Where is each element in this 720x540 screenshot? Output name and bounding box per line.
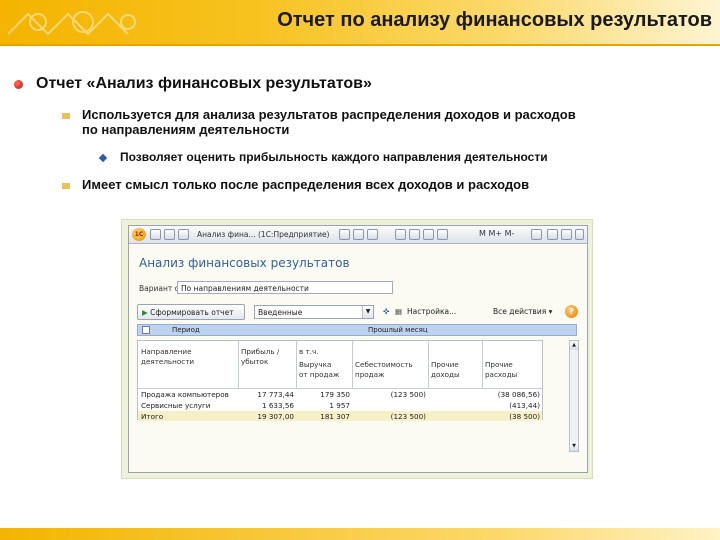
window-titlebar: 1С Анализ фина... (1С:Предприятие) M M+ … — [129, 226, 587, 244]
slide-header: Отчет по анализу финансовых результатов — [0, 0, 720, 44]
square-bullet-icon — [62, 183, 70, 189]
maximize-icon[interactable] — [561, 229, 572, 240]
red-bullet-icon — [14, 80, 23, 89]
vertical-scrollbar[interactable]: ▲ ▼ — [569, 340, 579, 452]
grid-divider — [482, 341, 483, 388]
chevron-down-icon[interactable]: ▼ — [362, 306, 373, 318]
screenshot-frame: 1С Анализ фина... (1С:Предприятие) M M+ … — [121, 219, 593, 479]
bullet-level1-text: Отчет «Анализ финансовых результатов» — [36, 75, 372, 92]
row1-revenue: 179 350 — [320, 390, 350, 399]
links-icon[interactable] — [437, 229, 448, 240]
info-icon[interactable] — [531, 229, 542, 240]
row2-other-expense: (413,44) — [509, 401, 540, 410]
col-direction-l2: деятельности — [141, 357, 195, 366]
row1-profit: 17 773,44 — [257, 390, 294, 399]
settings-grid-icon: ▦ — [395, 307, 403, 316]
row1-cost: (123 500) — [390, 390, 426, 399]
slide-title: Отчет по анализу финансовых результатов — [277, 9, 712, 31]
col-revenue-l1: Выручка — [299, 360, 332, 369]
grid-divider — [428, 341, 429, 388]
col-profit-l1: Прибыль / — [241, 347, 280, 356]
col-incl: в т.ч. — [299, 347, 319, 356]
favorite-icon[interactable] — [178, 229, 189, 240]
command-bar: ▶ Сформировать отчет Введенные ▼ ✜ ▦ Нас… — [137, 304, 579, 322]
filter-row: Период Прошлый месяц — [137, 324, 577, 336]
generate-report-button[interactable]: ▶ Сформировать отчет — [137, 304, 245, 320]
col-other-expense-l1: Прочие — [485, 360, 513, 369]
forward-icon[interactable] — [164, 229, 175, 240]
bullet-level3-text: Позволяет оценить прибыльность каждого н… — [120, 150, 548, 164]
col-direction-l1: Направление — [141, 347, 192, 356]
total-cost: (123 500) — [390, 412, 426, 421]
scroll-up-icon[interactable]: ▲ — [570, 341, 578, 350]
history-icon[interactable] — [423, 229, 434, 240]
all-actions-menu[interactable]: Все действия ▾ — [493, 307, 552, 316]
row1-direction: Продажа компьютеров — [141, 390, 229, 399]
grid-divider — [238, 341, 239, 388]
report-variant-field[interactable]: По направлениям деятельности — [177, 281, 393, 294]
row1-other-expense: (38 086,56) — [497, 390, 540, 399]
1c-logo-icon: 1С — [132, 228, 146, 241]
col-cost-l1: Себестоимость — [355, 360, 413, 369]
header-divider — [0, 44, 720, 46]
calculator-icon[interactable] — [395, 229, 406, 240]
col-other-income-l1: Прочие — [431, 360, 459, 369]
window-title: Анализ фина... (1С:Предприятие) — [197, 230, 330, 239]
bullet-usage-line1: Используется для анализа результатов рас… — [82, 107, 576, 122]
period-checkbox[interactable] — [142, 326, 150, 334]
preview-icon[interactable] — [367, 229, 378, 240]
header-separator — [138, 388, 542, 389]
bullet-usage-line2: по направлениям деятельности — [82, 122, 290, 137]
close-icon[interactable] — [575, 229, 584, 240]
col-cost-l2: продаж — [355, 370, 385, 379]
back-icon[interactable] — [150, 229, 161, 240]
memory-buttons[interactable]: M M+ M- — [479, 229, 514, 238]
grid-divider — [296, 341, 297, 388]
grid-divider — [352, 341, 353, 388]
total-profit: 19 307,00 — [257, 412, 294, 421]
filter-period-value: Прошлый месяц — [368, 326, 428, 334]
help-icon[interactable]: ? — [565, 305, 578, 318]
col-profit-l2: убыток — [241, 357, 269, 366]
bullet-meaning-text: Имеет смысл только после распределения в… — [82, 177, 530, 192]
form-title: Анализ финансовых результатов — [139, 256, 350, 270]
decorative-pattern-icon — [8, 11, 136, 36]
play-icon: ▶ — [142, 308, 151, 317]
settings-button[interactable]: Настройка... — [407, 307, 456, 316]
settings-pin-icon[interactable]: ✜ — [383, 307, 389, 316]
square-bullet-icon — [62, 113, 70, 119]
col-other-expense-l2: расходы — [485, 370, 518, 379]
filter-period-label: Период — [172, 326, 200, 334]
row2-profit: 1 633,56 — [261, 401, 294, 410]
calendar-icon[interactable] — [409, 229, 420, 240]
data-source-select[interactable]: Введенные ▼ — [254, 305, 374, 319]
app-window: 1С Анализ фина... (1С:Предприятие) M M+ … — [128, 225, 588, 473]
minimize-icon[interactable] — [547, 229, 558, 240]
total-direction: Итого — [141, 412, 164, 421]
save-icon[interactable] — [339, 229, 350, 240]
slide-footer — [0, 528, 720, 540]
col-other-income-l2: доходы — [431, 370, 460, 379]
col-revenue-l2: от продаж — [299, 370, 340, 379]
row2-revenue: 1 957 — [329, 401, 350, 410]
total-revenue: 181 307 — [320, 412, 350, 421]
diamond-bullet-icon — [98, 153, 108, 163]
scroll-down-icon[interactable]: ▼ — [570, 442, 578, 451]
total-other-expense: (38 500) — [509, 412, 540, 421]
row2-direction: Сервисные услуги — [141, 401, 211, 410]
print-icon[interactable] — [353, 229, 364, 240]
report-table: Направление деятельности Прибыль / убыто… — [137, 340, 543, 421]
